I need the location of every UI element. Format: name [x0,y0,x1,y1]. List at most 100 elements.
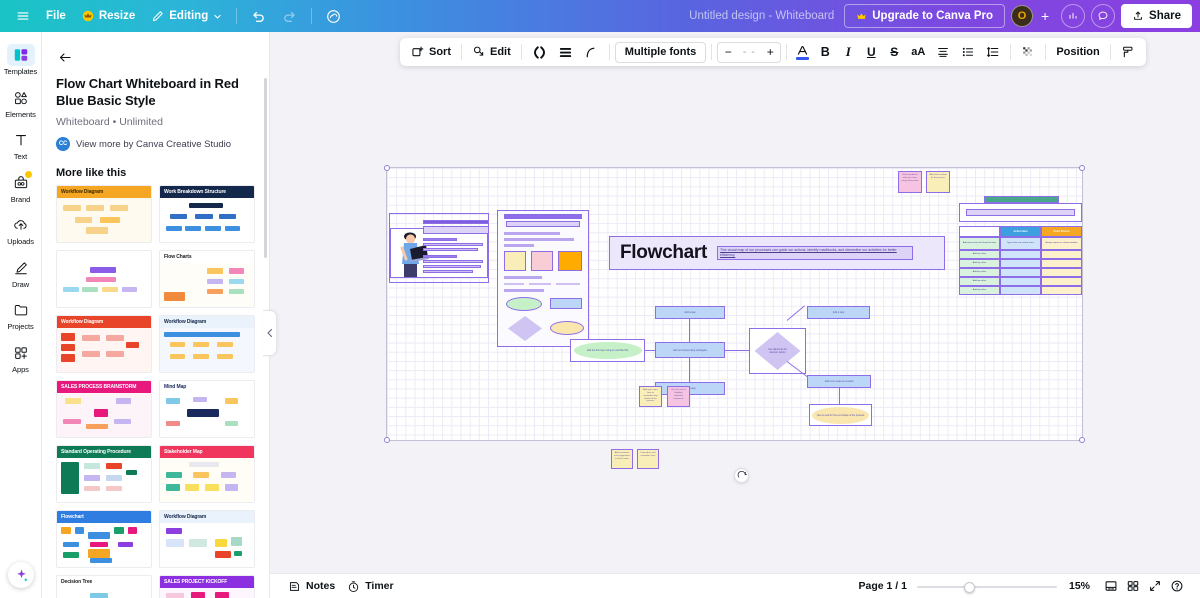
position-button[interactable]: Position [1051,41,1104,63]
line-spacing-icon [987,47,999,57]
sticky-note[interactable]: Add comments and suggestions in these no… [611,449,633,469]
selection-handle-tr[interactable] [1079,165,1085,171]
font-size-increase-button[interactable]: + [762,44,778,61]
transparency-button[interactable] [1016,41,1040,63]
panel-scrollbar[interactable] [264,78,267,258]
thumbnail-node [106,350,124,357]
share-button[interactable]: Share [1121,4,1192,28]
app-header: File Resize Editing Untitled design - Wh… [0,0,1200,32]
sort-button[interactable]: Sort [406,41,456,63]
collapse-panel-button[interactable] [263,310,277,356]
font-family-select[interactable]: Multiple fonts [614,41,707,63]
line-spacing-button[interactable] [981,41,1005,63]
zoom-slider-thumb[interactable] [963,581,975,593]
grid-view-button[interactable] [1122,576,1144,596]
template-thumbnail[interactable] [56,250,152,309]
timer-button[interactable]: Timer [341,576,399,596]
template-thumbnail[interactable]: Workflow Diagram [159,510,255,569]
undo-icon [251,9,266,24]
fullscreen-button[interactable] [1144,576,1166,596]
canvas-area[interactable]: Flowchart This visual map of our process… [270,32,1200,573]
font-size-decrease-button[interactable]: − [720,44,736,61]
sidebar-item-text[interactable]: Text [0,123,42,166]
brackets-button[interactable] [527,41,552,63]
template-thumbnail[interactable]: Decision Tree [56,575,152,598]
help-button[interactable] [1166,576,1188,596]
template-thumbnail[interactable]: Workflow Diagram [56,315,152,374]
template-thumbnail[interactable]: SALES PROCESS BRAINSTORM [56,380,152,439]
selection-handle-bl[interactable] [384,437,390,443]
curve-button[interactable] [579,41,604,63]
bold-button[interactable]: B [814,41,836,63]
resize-button[interactable]: Resize [74,4,143,28]
template-thumbnail[interactable]: SALES PROJECT KICKOFF [159,575,255,598]
thumbnail-node [189,461,219,467]
paint-roller-button[interactable] [1116,41,1140,63]
rotate-handle[interactable] [734,468,749,483]
thumbnail-node [74,526,85,534]
draw-icon [7,257,35,279]
file-menu-button[interactable]: File [38,4,74,28]
zoom-level-value[interactable]: 15% [1069,580,1090,592]
sidebar-item-uploads[interactable]: Uploads [0,208,42,251]
sidebar-item-brand[interactable]: Brand [0,166,42,209]
template-thumbnail[interactable]: Stakeholder Map [159,445,255,504]
template-thumbnail[interactable]: Mind Map [159,380,255,439]
avatar[interactable]: O [1011,5,1034,27]
comments-button[interactable] [1091,4,1116,28]
redo-button[interactable] [274,4,305,28]
add-collaborator-button[interactable]: + [1035,6,1055,26]
editing-mode-button[interactable]: Editing [143,4,230,28]
template-thumbnail[interactable]: Workflow Diagram [56,185,152,244]
design-title[interactable]: Untitled design - Whiteboard [679,10,844,22]
panel-back-button[interactable] [52,44,78,70]
thumbnail-node [165,225,182,231]
template-thumbnail-preview [160,523,254,568]
line-weight-button[interactable] [553,41,578,63]
insights-button[interactable] [1061,4,1086,28]
text-color-button[interactable] [792,45,813,60]
undo-button[interactable] [243,4,274,28]
edit-button[interactable]: Edit [467,41,516,63]
sticky-note[interactable]: Drop ideas and reminders here [637,449,659,469]
thumbnail-node [60,526,71,534]
upgrade-to-pro-button[interactable]: Upgrade to Canva Pro [844,4,1006,28]
selection-handle-tl[interactable] [384,165,390,171]
text-icon [7,129,35,151]
thumbnail-node [106,335,124,342]
toolbar-divider-7 [1045,44,1047,60]
sidebar-item-elements[interactable]: Elements [0,81,42,124]
sidebar-item-projects[interactable]: Projects [0,293,42,336]
letter-case-button[interactable]: aA [906,41,930,63]
whiteboard-page[interactable]: Flowchart This visual map of our process… [384,165,1085,469]
sidebar-item-templates[interactable]: Templates [0,38,42,81]
sort-label: Sort [429,46,451,58]
thumbnail-node [86,424,108,430]
italic-button[interactable]: I [837,41,859,63]
thumbnail-node [100,217,120,224]
sidebar-item-apps[interactable]: Apps [0,336,42,379]
text-align-button[interactable] [931,41,955,63]
main-menu-button[interactable] [8,4,38,28]
strikethrough-button[interactable]: S [883,41,905,63]
presenter-view-button[interactable] [1100,576,1122,596]
thumbnail-node [193,354,209,360]
notes-button[interactable]: Notes [282,576,341,596]
font-size-value[interactable]: - - [738,46,760,58]
template-author-link[interactable]: CC View more by Canva Creative Studio [56,137,255,152]
cloud-sync-button[interactable] [318,4,349,28]
underline-button[interactable]: U [860,41,882,63]
template-thumbnail[interactable]: Workflow Diagram [159,315,255,374]
magic-studio-button[interactable] [8,562,34,588]
sidebar-item-draw[interactable]: Draw [0,251,42,294]
zoom-slider[interactable] [916,580,1057,593]
template-thumbnail[interactable]: Work Breakdown Structure [159,185,255,244]
thumbnail-node [165,484,180,491]
selection-handle-br[interactable] [1079,437,1085,443]
bullet-list-button[interactable] [956,41,980,63]
template-thumbnail[interactable]: Flowchart [56,510,152,569]
thumbnail-node [214,591,229,598]
template-thumbnail[interactable]: Standard Operating Procedure [56,445,152,504]
template-thumbnail[interactable]: Flow Charts [159,250,255,309]
thumbnail-node [193,342,209,348]
